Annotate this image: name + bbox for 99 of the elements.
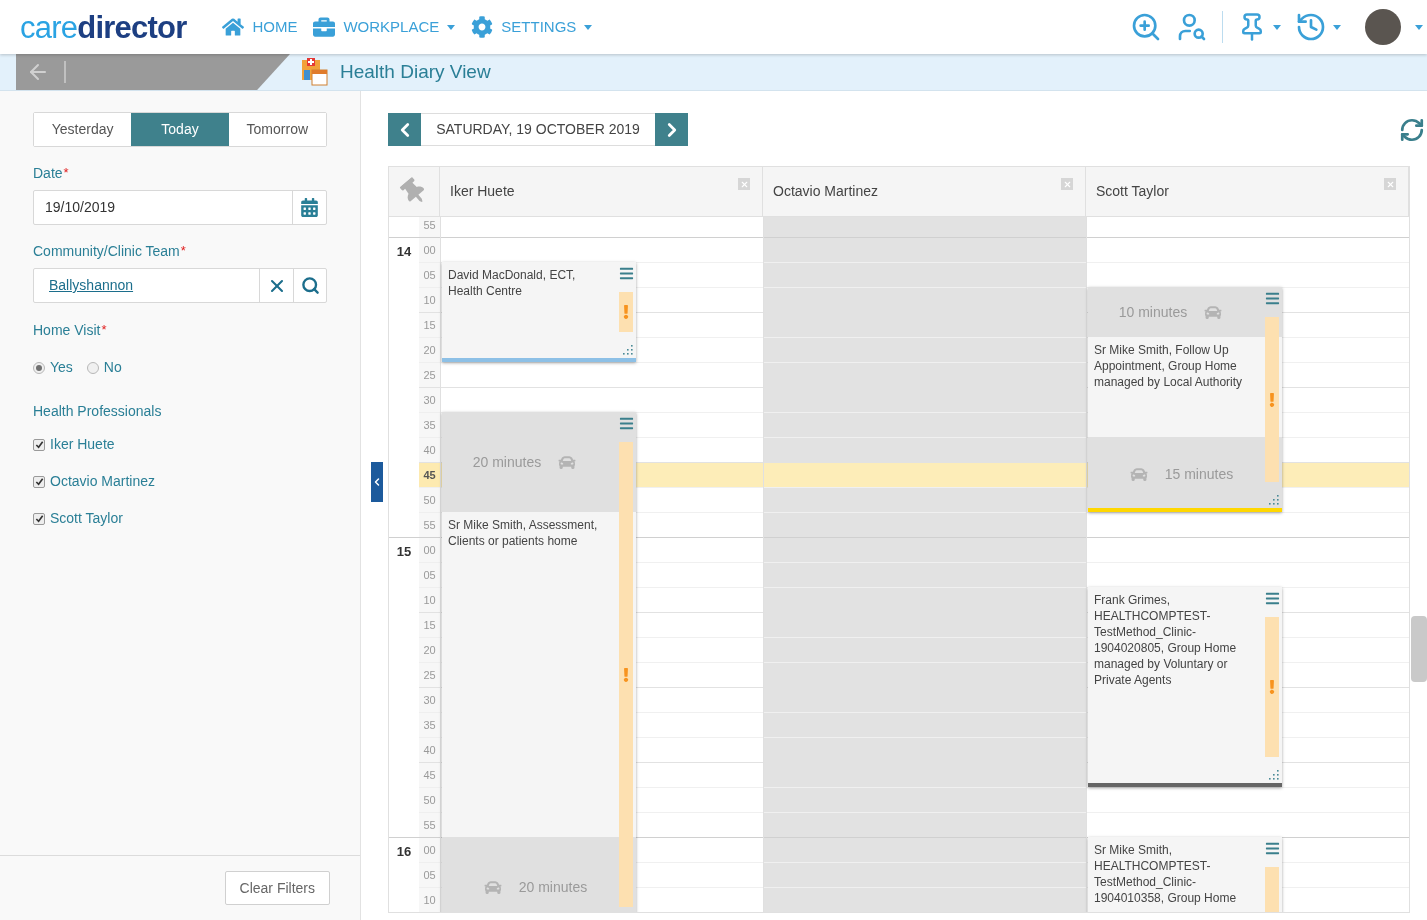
- travel-time: 15 minutes: [1164, 465, 1234, 484]
- field-label: Community/Clinic Team: [33, 243, 180, 259]
- checkbox-label: Iker Huete: [50, 435, 115, 454]
- time-slot: 55: [419, 812, 440, 837]
- travel-time: 20 minutes: [472, 452, 542, 472]
- time-slot: 10: [419, 887, 440, 912]
- menu-icon[interactable]: [1265, 291, 1280, 306]
- menu-icon[interactable]: [619, 266, 634, 281]
- time-slot: 20: [419, 337, 440, 362]
- appointment-text: David MacDonald, ECT, Health Centre: [448, 267, 577, 299]
- appointment-card[interactable]: David MacDonald, ECT, Health Centre: [442, 262, 636, 362]
- column-header: Scott Taylor: [1096, 182, 1169, 201]
- time-slot: 30: [419, 687, 440, 712]
- exclamation-icon: [1268, 392, 1276, 407]
- time-slot: 15: [419, 612, 440, 637]
- home-icon: [222, 16, 245, 38]
- resize-grip-icon[interactable]: [621, 343, 633, 355]
- calendar-icon: [300, 198, 319, 217]
- required-marker: *: [180, 243, 186, 258]
- time-slot: 50: [419, 487, 440, 512]
- appointment-card[interactable]: 10 minutes Sr Mike Smith, Follow Up Appointment, Group Home managed by Local Authority 15 minutes: [1088, 287, 1282, 512]
- checkbox-label: Scott Taylor: [50, 509, 123, 528]
- time-slot: 15: [419, 312, 440, 337]
- calendar-clinic-icon: [300, 58, 328, 86]
- appointment-text: Frank Grimes, HEALTHCOMPTEST-TestMethod_Clinic-1904020805, Group Home managed by Voluntary or Private Agents: [1094, 592, 1238, 688]
- time-slot: 35: [419, 412, 440, 437]
- travel-time: 20 minutes: [518, 877, 588, 897]
- checkbox[interactable]: [33, 512, 45, 525]
- hour-label: 16: [396, 843, 412, 861]
- team-link[interactable]: Ballyshannon: [34, 275, 259, 296]
- checkbox[interactable]: [33, 438, 45, 451]
- date-field[interactable]: 19/10/2019: [33, 190, 327, 225]
- time-slot: 45: [419, 762, 440, 787]
- appointment-text: Sr Mike Smith, HEALTHCOMPTEST-TestMethod_Clinic-1904010358, Group Home: [1094, 842, 1238, 906]
- time-slot: 05: [419, 562, 440, 587]
- previous-day-button[interactable]: [388, 113, 421, 146]
- time-slot: 45: [419, 462, 440, 487]
- appointment-text: Sr Mike Smith, Follow Up Appointment, Group Home managed by Local Authority: [1094, 342, 1244, 390]
- required-marker: *: [101, 322, 107, 337]
- briefcase-icon: [313, 16, 336, 38]
- appointment-card[interactable]: Frank Grimes, HEALTHCOMPTEST-TestMethod_Clinic-1904020805, Group Home managed by Voluntary or Private Agents: [1088, 587, 1282, 787]
- clear-filters-button[interactable]: Clear Filters: [224, 871, 330, 905]
- exclamation-icon: [622, 667, 630, 682]
- diary-date: SATURDAY, 19 OCTOBER 2019: [421, 113, 655, 146]
- column-header: Iker Huete: [450, 182, 515, 201]
- person-search-button[interactable]: [1176, 11, 1208, 43]
- time-slot: 30: [419, 387, 440, 412]
- history-button[interactable]: [1295, 11, 1341, 43]
- column-header: Octavio Martinez: [773, 182, 879, 201]
- time-slot: 10: [419, 587, 440, 612]
- time-slot: 00: [419, 838, 440, 862]
- resize-grip-icon[interactable]: [1267, 493, 1279, 505]
- settings-icon: [471, 16, 494, 38]
- time-slot: 05: [419, 262, 440, 287]
- appointment-card[interactable]: 20 minutes Sr Mike Smith, Assessment, Clients or patients home 20 minutes: [442, 412, 636, 912]
- radio-label: Yes: [50, 358, 73, 377]
- travel-time: 10 minutes: [1118, 302, 1188, 322]
- radio-button[interactable]: [86, 361, 99, 374]
- zoom-in-button[interactable]: [1130, 11, 1162, 43]
- time-slot: 35: [419, 712, 440, 737]
- checkbox[interactable]: [33, 475, 45, 488]
- menu-icon[interactable]: [1265, 841, 1280, 856]
- time-slot: 40: [419, 737, 440, 762]
- time-slot: 00: [419, 238, 440, 262]
- resize-grip-icon[interactable]: [1267, 768, 1279, 780]
- appointment-text: Sr Mike Smith, Assessment, Clients or patients home: [448, 517, 599, 549]
- avatar[interactable]: [1365, 9, 1401, 45]
- field-label: Home Visit: [33, 322, 101, 338]
- hour-label: 14: [396, 243, 412, 261]
- section-label: Health Professionals: [33, 402, 163, 421]
- search-icon: [300, 276, 320, 295]
- time-slot: 25: [419, 662, 440, 687]
- next-day-button[interactable]: [655, 113, 688, 146]
- menu-icon[interactable]: [619, 416, 634, 431]
- appointment-card[interactable]: Sr Mike Smith, HEALTHCOMPTEST-TestMethod_Clinic-1904010358, Group Home: [1088, 837, 1282, 912]
- exclamation-icon: [622, 305, 630, 319]
- menu-icon[interactable]: [1265, 591, 1280, 606]
- checkbox-label: Octavio Martinez: [50, 472, 156, 491]
- time-slot: 20: [419, 637, 440, 662]
- time-slot: 10: [419, 287, 440, 312]
- time-slot: 50: [419, 787, 440, 812]
- collapse-sidebar-button[interactable]: [371, 462, 383, 502]
- exclamation-icon: [1268, 680, 1276, 694]
- page-title: Health Diary View: [340, 59, 491, 84]
- refresh-button[interactable]: [1399, 116, 1425, 143]
- time-slot: 55: [419, 512, 440, 537]
- hour-label: 15: [396, 543, 412, 561]
- logo[interactable]: caredirector: [20, 11, 187, 43]
- time-slot: 55: [419, 217, 440, 237]
- radio-label: No: [103, 358, 122, 377]
- field-label: Date: [33, 165, 63, 181]
- time-slot: 25: [419, 362, 440, 387]
- required-marker: *: [63, 165, 69, 180]
- scrollbar-thumb[interactable]: [1411, 616, 1427, 682]
- time-slot: 40: [419, 437, 440, 462]
- day-tab[interactable]: Today: [131, 113, 229, 146]
- time-slot: 05: [419, 862, 440, 887]
- radio-button[interactable]: [33, 361, 45, 374]
- time-slot: 00: [419, 538, 440, 562]
